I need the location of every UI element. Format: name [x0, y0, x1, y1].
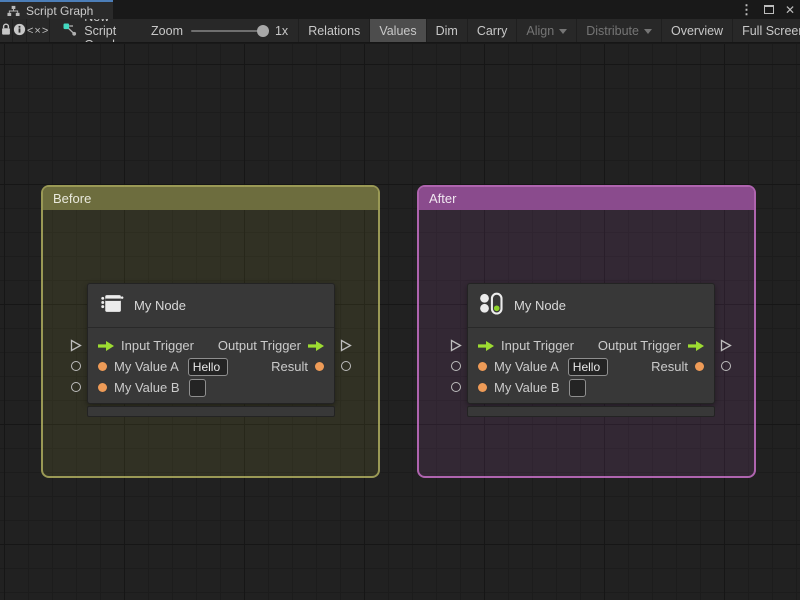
toggle-label: Relations	[308, 23, 361, 38]
toggle-overview[interactable]: Overview	[662, 19, 734, 42]
window-controls: ⋮ ✕	[740, 0, 795, 19]
toggle-dim[interactable]: Dim	[427, 19, 468, 42]
group-before: Before My Node Input Trigger Output Trig…	[41, 185, 380, 478]
port-label: Result	[651, 359, 688, 374]
value-b-input[interactable]	[568, 378, 586, 397]
group-header[interactable]: Before	[43, 187, 378, 210]
port-label: My Value A	[494, 359, 559, 374]
port-label: Output Trigger	[217, 338, 301, 353]
lock-button[interactable]	[0, 19, 13, 42]
group-title: Before	[53, 191, 92, 206]
flow-output-port-icon[interactable]	[308, 340, 324, 351]
port-label: Input Trigger	[501, 338, 574, 353]
toggle-label: Align	[526, 23, 555, 38]
value-input-port-icon[interactable]	[98, 362, 107, 371]
tab-script-graph[interactable]: Script Graph	[0, 0, 113, 19]
graph-name-label: New Script Graph	[84, 19, 119, 42]
value-input-port-icon[interactable]	[98, 383, 107, 392]
port-row: My Value B	[468, 377, 714, 398]
zoom-slider-handle[interactable]	[256, 24, 269, 37]
flow-output-port-icon[interactable]	[688, 340, 704, 351]
node-title: My Node	[134, 298, 187, 313]
zoom-value: 1x	[274, 23, 289, 38]
port-label: Output Trigger	[597, 338, 681, 353]
node-footer	[87, 406, 335, 417]
port-row: My Value A Result	[88, 356, 334, 377]
node-my-node-before[interactable]: My Node Input Trigger Output Trigger My …	[70, 283, 352, 417]
port-row: Input Trigger Output Trigger	[468, 335, 714, 356]
flow-input-port-icon[interactable]	[98, 340, 114, 351]
node-header[interactable]: My Node	[88, 284, 334, 328]
toggle-label: Full Screen	[742, 23, 800, 38]
distribute-dropdown[interactable]: Distribute	[577, 19, 662, 42]
group-after: After My Node Input Trigger Output Trigg…	[417, 185, 756, 478]
value-input-port-icon[interactable]	[478, 383, 487, 392]
zoom-control: Zoom 1x	[133, 19, 300, 42]
port-label: Input Trigger	[121, 338, 194, 353]
graph-asset-icon	[63, 23, 77, 39]
port-label: My Value A	[114, 359, 179, 374]
toggle-switch-icon	[479, 291, 504, 321]
script-graph-tab-icon	[7, 5, 20, 17]
graph-reference-button[interactable]: New Script Graph	[50, 19, 133, 42]
close-icon[interactable]: ✕	[785, 4, 795, 16]
toggle-label: Carry	[476, 23, 508, 38]
external-value-output-port[interactable]	[721, 361, 731, 371]
value-input-port-icon[interactable]	[478, 362, 487, 371]
toggle-label: Dim	[435, 23, 458, 38]
external-value-output-port[interactable]	[341, 361, 351, 371]
flow-input-port-icon[interactable]	[478, 340, 494, 351]
toggle-label: Values	[379, 23, 417, 38]
unit-machine-icon	[99, 291, 124, 321]
toggle-relations[interactable]: Relations	[299, 19, 371, 42]
external-value-input-port[interactable]	[71, 382, 81, 392]
group-title: After	[429, 191, 457, 206]
value-output-port-icon[interactable]	[315, 362, 324, 371]
graph-toolbar: <×> New Script Graph Zoom 1x Relations	[0, 19, 800, 43]
node-my-node-after[interactable]: My Node Input Trigger Output Trigger My …	[450, 283, 732, 417]
node-title: My Node	[514, 298, 567, 313]
value-output-port-icon[interactable]	[695, 362, 704, 371]
port-row: My Value B	[88, 377, 334, 398]
window-menu-icon[interactable]: ⋮	[740, 3, 753, 16]
dropdown-caret-icon	[559, 28, 568, 34]
external-value-input-port[interactable]	[451, 382, 461, 392]
tab-bar: Script Graph ⋮ ✕	[0, 0, 800, 19]
toggle-label: Overview	[670, 23, 724, 38]
toggle-label: Distribute	[586, 23, 639, 38]
inspect-button[interactable]	[13, 19, 27, 42]
lock-icon	[0, 23, 12, 39]
value-b-input[interactable]	[188, 378, 206, 397]
value-a-input[interactable]	[567, 357, 608, 376]
external-flow-input-port[interactable]	[450, 339, 462, 352]
info-icon	[13, 23, 26, 39]
external-value-input-port[interactable]	[71, 361, 81, 371]
maximize-icon[interactable]	[763, 5, 774, 14]
toggle-values[interactable]: Values	[370, 19, 427, 42]
script-graph-window: Script Graph ⋮ ✕ <×> Script Zoom 1x Rela…	[0, 0, 800, 600]
code-view-button[interactable]: <×>	[27, 19, 51, 42]
port-label: Result	[271, 359, 308, 374]
port-row: Input Trigger Output Trigger	[88, 335, 334, 356]
external-flow-input-port[interactable]	[70, 339, 82, 352]
zoom-label: Zoom	[151, 23, 183, 38]
group-header[interactable]: After	[419, 187, 754, 210]
external-flow-output-port[interactable]	[340, 339, 352, 352]
toggle-full-screen[interactable]: Full Screen	[733, 19, 800, 42]
align-dropdown[interactable]: Align	[517, 19, 578, 42]
tab-title: Script Graph	[26, 3, 94, 18]
port-row: My Value A Result	[468, 356, 714, 377]
zoom-slider[interactable]	[190, 24, 269, 37]
graph-canvas[interactable]: Before My Node Input Trigger Output Trig…	[0, 44, 800, 600]
external-flow-output-port[interactable]	[720, 339, 732, 352]
value-a-input[interactable]	[187, 357, 228, 376]
port-label: My Value B	[114, 380, 180, 395]
toggle-carry[interactable]: Carry	[468, 19, 518, 42]
dropdown-caret-icon	[643, 28, 652, 34]
port-label: My Value B	[494, 380, 560, 395]
external-value-input-port[interactable]	[451, 361, 461, 371]
node-header[interactable]: My Node	[468, 284, 714, 328]
node-footer	[467, 406, 715, 417]
